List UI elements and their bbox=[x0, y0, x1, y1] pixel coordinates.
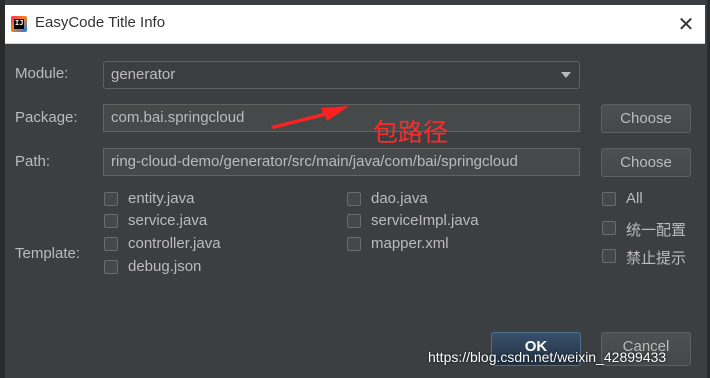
annotation-text: 包路径 bbox=[373, 118, 449, 147]
annotation-arrow-icon bbox=[271, 106, 349, 129]
watermark-url: https://blog.csdn.net/weixin_42899433 bbox=[428, 349, 667, 365]
